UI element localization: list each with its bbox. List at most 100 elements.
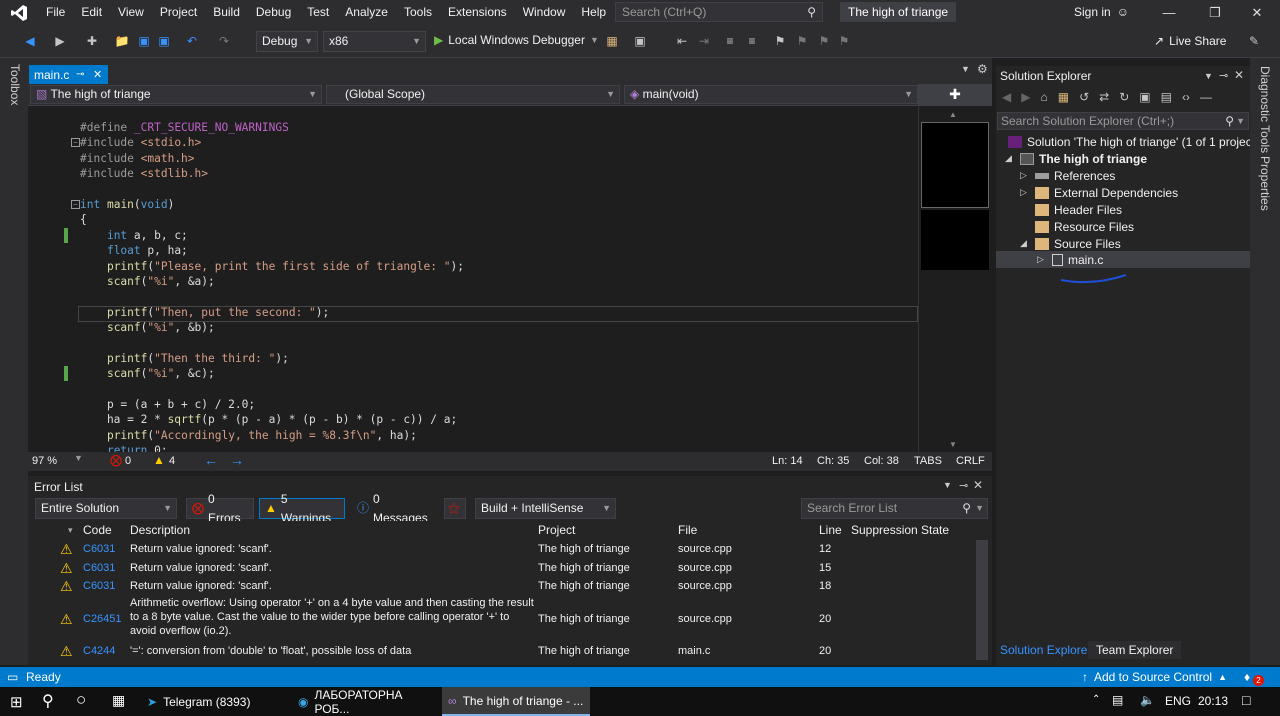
maximize-button[interactable]: ❐ bbox=[1192, 0, 1238, 25]
tree-node-header-files[interactable]: Header Files bbox=[1020, 201, 1122, 218]
solution-search-input[interactable]: Search Solution Explorer (Ctrl+;) ⚲ ▼ bbox=[997, 112, 1249, 130]
error-list-scrollbar[interactable] bbox=[976, 540, 988, 660]
tab-main-c[interactable]: main.c ⊸ ✕ bbox=[29, 65, 108, 85]
show-all-files-icon[interactable]: ▤ bbox=[1161, 90, 1172, 104]
collapsed-triangle-icon[interactable]: ▷ bbox=[1020, 170, 1030, 181]
menu-extensions[interactable]: Extensions bbox=[440, 0, 515, 25]
indent-icon[interactable]: ⇤ bbox=[674, 33, 690, 49]
collapse-all-icon[interactable]: ▣ bbox=[1139, 90, 1150, 104]
screenshot-icon[interactable]: ▣ bbox=[632, 33, 648, 49]
filter-icon[interactable]: ⚝ bbox=[444, 498, 466, 519]
panel-menu-icon[interactable]: ▼ bbox=[943, 480, 952, 490]
feedback-icon[interactable]: ✎ bbox=[1246, 33, 1262, 49]
col-header-code[interactable]: Code bbox=[83, 521, 112, 540]
tab-solution-explorer[interactable]: Solution Explorer bbox=[1000, 643, 1091, 657]
error-row[interactable]: ⚠ C4244 '=': conversion from 'double' to… bbox=[28, 642, 976, 661]
collapsed-triangle-icon[interactable]: ▷ bbox=[1020, 187, 1030, 198]
menu-window[interactable]: Window bbox=[515, 0, 574, 25]
menu-edit[interactable]: Edit bbox=[73, 0, 110, 25]
pin-icon[interactable]: ⊸ bbox=[959, 479, 968, 492]
uncomment-icon[interactable]: ≡ bbox=[744, 33, 760, 49]
notifications-bell-icon[interactable]: ♦ bbox=[1244, 667, 1250, 687]
expanded-triangle-icon[interactable]: ◢ bbox=[1020, 238, 1030, 249]
error-row[interactable]: ⚠ C6031 Return value ignored: 'scanf'. T… bbox=[28, 577, 976, 596]
warnings-filter-button[interactable]: ▲ 5 Warnings bbox=[259, 492, 345, 525]
tree-node-references[interactable]: ▷ References bbox=[1020, 167, 1115, 184]
col-header-line[interactable]: Line bbox=[819, 521, 842, 540]
navigate-forward-icon[interactable]: → bbox=[230, 452, 244, 468]
home-icon[interactable]: ⌂ bbox=[1040, 90, 1047, 104]
redo-icon[interactable]: ↷ bbox=[216, 33, 232, 49]
pin-icon[interactable]: ⊸ bbox=[1219, 69, 1228, 82]
tab-team-explorer[interactable]: Team Explorer bbox=[1088, 641, 1182, 659]
next-bookmark-icon[interactable]: ⚑ bbox=[816, 33, 832, 49]
col-header-description[interactable]: Description bbox=[130, 521, 190, 540]
error-search-input[interactable]: Search Error List ⚲ ▼ bbox=[801, 498, 988, 519]
save-all-icon[interactable]: ▣ bbox=[156, 33, 172, 49]
col-header-file[interactable]: File bbox=[678, 521, 697, 540]
pending-changes-icon[interactable]: ↺ bbox=[1079, 90, 1089, 104]
error-code[interactable]: C6031 bbox=[83, 559, 115, 578]
zoom-dropdown-icon[interactable]: ▼ bbox=[74, 453, 83, 463]
close-panel-icon[interactable]: ✕ bbox=[1234, 68, 1244, 82]
taskbar-app-telegram[interactable]: ➤ Telegram (8393) bbox=[141, 687, 289, 716]
collapsed-triangle-icon[interactable]: ▷ bbox=[1037, 254, 1047, 265]
diagnostic-tools-tab[interactable]: Diagnostic Tools bbox=[1258, 66, 1272, 153]
close-window-button[interactable]: ✕ bbox=[1234, 0, 1280, 25]
calculator-icon[interactable]: ▦ bbox=[112, 692, 125, 709]
language-indicator[interactable]: ENG bbox=[1165, 694, 1191, 708]
sort-icon[interactable]: ▾ bbox=[68, 521, 73, 540]
sign-in-button[interactable]: Sign in ☺ bbox=[1074, 5, 1129, 19]
fold-toggle-icon[interactable]: − bbox=[71, 138, 80, 147]
warning-count[interactable]: 4 bbox=[169, 455, 175, 467]
scroll-up-icon[interactable]: ▲ bbox=[949, 110, 957, 119]
action-center-icon[interactable]: □ bbox=[1242, 692, 1250, 708]
clear-bookmarks-icon[interactable]: ⚑ bbox=[836, 33, 852, 49]
col-header-project[interactable]: Project bbox=[538, 521, 575, 540]
tree-node-source-files[interactable]: ◢ Source Files bbox=[1020, 235, 1121, 252]
forward-icon[interactable]: ▶ bbox=[52, 33, 68, 49]
menu-build[interactable]: Build bbox=[205, 0, 248, 25]
col-header-suppression[interactable]: Suppression State bbox=[851, 521, 949, 540]
menu-tools[interactable]: Tools bbox=[396, 0, 440, 25]
volume-icon[interactable]: 🔈 bbox=[1140, 693, 1155, 707]
minimap-viewport[interactable] bbox=[921, 122, 989, 208]
build-filter-select[interactable]: Build + IntelliSense ▼ bbox=[475, 498, 616, 519]
search-icon[interactable]: ⚲ bbox=[42, 691, 54, 711]
error-code[interactable]: C26451 bbox=[83, 610, 122, 629]
menu-debug[interactable]: Debug bbox=[248, 0, 299, 25]
comment-icon[interactable]: ≡ bbox=[722, 33, 738, 49]
function-nav-select[interactable]: ◈ main(void) ▼ bbox=[624, 85, 918, 104]
open-folder-icon[interactable]: 📁 bbox=[114, 33, 130, 49]
configuration-select[interactable]: Debug ▼ bbox=[256, 31, 318, 52]
menu-view[interactable]: View bbox=[110, 0, 152, 25]
bookmark-icon[interactable]: ⚑ bbox=[772, 33, 788, 49]
tabs-indicator[interactable]: TABS bbox=[914, 455, 942, 467]
error-count[interactable]: 0 bbox=[125, 455, 131, 467]
fold-toggle-icon[interactable]: − bbox=[71, 200, 80, 209]
pin-icon[interactable]: ⊸ bbox=[76, 65, 84, 85]
windows-start-icon[interactable]: ⊞ bbox=[10, 693, 23, 711]
outdent-icon[interactable]: ⇥ bbox=[696, 33, 712, 49]
tree-node-main-c[interactable]: ▷ main.c bbox=[1037, 251, 1103, 268]
errors-filter-button[interactable]: ⨂ 0 Errors bbox=[186, 492, 254, 525]
menu-file[interactable]: File bbox=[38, 0, 73, 25]
close-panel-icon[interactable]: ✕ bbox=[973, 478, 983, 492]
tab-list-dropdown-icon[interactable]: ▼ bbox=[961, 64, 970, 74]
back-icon[interactable]: ◀ bbox=[22, 33, 38, 49]
properties-tab[interactable]: Properties bbox=[1258, 156, 1272, 211]
zoom-level[interactable]: 97 % bbox=[32, 455, 57, 467]
toolbox-tab[interactable]: Toolbox bbox=[8, 64, 22, 105]
attach-icon[interactable]: ▦ bbox=[604, 33, 620, 49]
menu-project[interactable]: Project bbox=[152, 0, 205, 25]
switch-views-icon[interactable]: ▦ bbox=[1058, 90, 1069, 104]
tray-expand-icon[interactable]: ⌃ bbox=[1092, 694, 1100, 705]
tree-node-resource-files[interactable]: Resource Files bbox=[1020, 218, 1134, 235]
scope-nav-select[interactable]: (Global Scope) ▼ bbox=[326, 85, 620, 104]
save-icon[interactable]: ▣ bbox=[136, 33, 152, 49]
refresh-icon[interactable]: ↻ bbox=[1119, 90, 1129, 104]
network-icon[interactable]: ▤ bbox=[1112, 693, 1123, 707]
menu-analyze[interactable]: Analyze bbox=[337, 0, 396, 25]
error-code[interactable]: C4244 bbox=[83, 642, 115, 661]
navigate-back-icon[interactable]: ← bbox=[204, 452, 218, 468]
